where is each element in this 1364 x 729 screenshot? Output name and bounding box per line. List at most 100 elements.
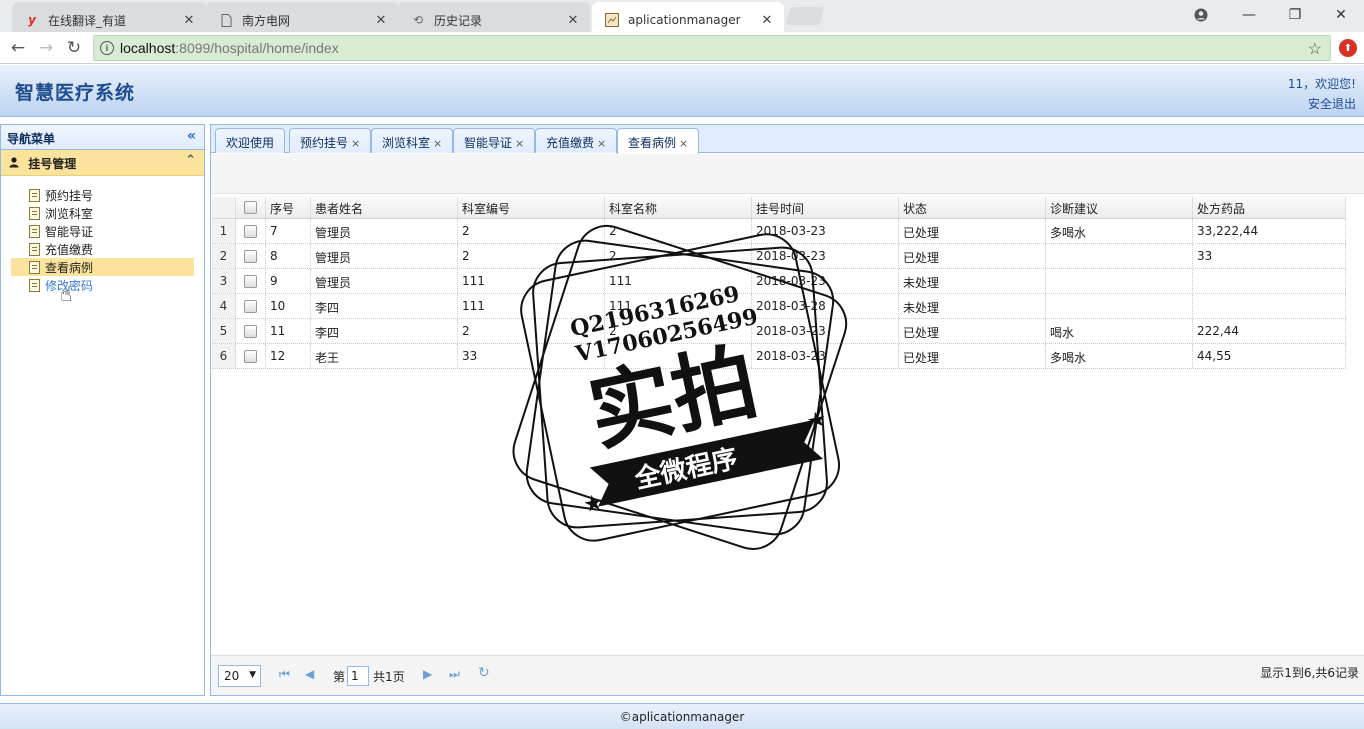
table-cell: 33,222,44 [1193, 219, 1346, 243]
sidebar-item-label: 预约挂号 [45, 188, 94, 203]
page-size-select[interactable]: 20 ▼ [218, 665, 261, 687]
browser-tab-label: aplicationmanager [628, 13, 741, 27]
last-page-icon[interactable]: ⏭ [449, 667, 460, 682]
page-total: 共1页 [373, 670, 405, 684]
close-window-button[interactable]: ✕ [1318, 0, 1364, 30]
column-header[interactable]: 科室编号 [458, 197, 605, 218]
close-icon[interactable]: ✕ [760, 13, 774, 28]
reload-button[interactable]: ↻ [63, 37, 85, 59]
profile-icon[interactable] [1178, 0, 1224, 30]
collapse-left-icon[interactable]: « [187, 128, 196, 144]
row-checkbox[interactable] [236, 269, 266, 293]
table-cell: 11 [266, 319, 311, 343]
accordion-header[interactable]: 挂号管理 ⌃ [1, 150, 204, 176]
browser-tab-csg[interactable]: 南方电网 ✕ [206, 2, 398, 32]
table-row[interactable]: 5 11 李四 2 2 2018-03-23 已处理 喝水 222,44 [212, 319, 1346, 344]
sidebar-item-appointment[interactable]: 预约挂号 [11, 186, 194, 204]
grid-body: 1 7 管理员 2 2 2018-03-23 已处理 多喝水 33,222,44 2 8 管理员 2 2 2… [212, 219, 1346, 369]
sidebar-item-cases[interactable]: 查看病例 [11, 258, 194, 276]
table-row[interactable]: 3 9 管理员 111 111 2018-03-23 未处理 [212, 269, 1346, 294]
row-number: 3 [212, 269, 236, 293]
close-icon[interactable]: ✕ [182, 13, 196, 28]
column-header[interactable]: 患者姓名 [311, 197, 458, 218]
first-page-icon[interactable]: ⏮ [279, 667, 290, 682]
table-row[interactable]: 4 10 李四 111 111 2018-03-28 未处理 [212, 294, 1346, 319]
forward-button[interactable]: → [35, 37, 57, 59]
table-cell: 7 [266, 219, 311, 243]
row-checkbox[interactable] [236, 319, 266, 343]
chevron-up-icon[interactable]: ⌃ [185, 153, 196, 168]
column-header[interactable]: 处方药品 [1193, 197, 1346, 218]
sidebar-item-password[interactable]: 修改密码 [11, 276, 194, 294]
table-cell: 已处理 [899, 344, 1046, 368]
address-bar-row: ← → ↻ i localhost:8099/hospital/home/ind… [0, 32, 1364, 64]
new-tab-button[interactable] [785, 7, 825, 25]
browser-tab-history[interactable]: ⟲ 历史记录 ✕ [398, 2, 590, 32]
url-host: localhost [120, 40, 176, 56]
sidebar-title: 导航菜单 [7, 132, 56, 146]
tab-payment[interactable]: 充值缴费 × [535, 128, 618, 153]
url-field[interactable]: i localhost:8099/hospital/home/index ☆ [93, 35, 1331, 61]
sidebar-item-payment[interactable]: 充值缴费 [11, 240, 194, 258]
close-icon[interactable]: × [351, 137, 360, 150]
select-all-checkbox[interactable] [236, 197, 266, 218]
table-cell: 喝水 [1046, 319, 1193, 343]
main-panel: 欢迎使用 预约挂号 × 浏览科室 × 智能导证 × 充值缴费 × 查看病例 × 序号 患者… [210, 124, 1364, 696]
browser-tab-youdao[interactable]: y 在线翻译_有道 ✕ [12, 2, 206, 32]
table-cell: 12 [266, 344, 311, 368]
sidebar-header: 导航菜单 « [1, 125, 204, 150]
close-icon[interactable]: × [679, 137, 688, 150]
table-cell: 44,55 [1193, 344, 1346, 368]
table-cell: 管理员 [311, 269, 458, 293]
close-icon[interactable]: ✕ [374, 13, 388, 28]
tab-departments[interactable]: 浏览科室 × [371, 128, 454, 153]
next-page-icon[interactable]: ▶ [423, 667, 432, 681]
close-icon[interactable]: × [433, 137, 442, 150]
table-cell: 已处理 [899, 244, 1046, 268]
row-checkbox[interactable] [236, 219, 266, 243]
column-header[interactable]: 科室名称 [605, 197, 752, 218]
close-icon[interactable]: × [597, 137, 606, 150]
user-icon [9, 157, 20, 171]
tab-welcome[interactable]: 欢迎使用 [215, 128, 286, 153]
document-icon [29, 242, 40, 256]
row-checkbox[interactable] [236, 344, 266, 368]
table-row[interactable]: 2 8 管理员 2 2 2018-03-23 已处理 33 [212, 244, 1346, 269]
document-icon [29, 224, 40, 238]
restore-button[interactable]: ❐ [1272, 0, 1318, 30]
tab-appointment[interactable]: 预约挂号 × [289, 128, 372, 153]
table-cell: 2018-03-23 [752, 319, 899, 343]
table-row[interactable]: 1 7 管理员 2 2 2018-03-23 已处理 多喝水 33,222,44 [212, 219, 1346, 244]
close-icon[interactable]: × [515, 137, 524, 150]
page-number-input[interactable]: 1 [347, 666, 369, 686]
refresh-icon[interactable]: ↻ [478, 665, 490, 681]
row-checkbox[interactable] [236, 244, 266, 268]
column-header[interactable]: 挂号时间 [752, 197, 899, 218]
minimize-button[interactable]: — [1226, 0, 1272, 30]
tab-cases[interactable]: 查看病例 × [617, 128, 700, 154]
sidebar-item-label: 智能导证 [45, 224, 94, 239]
back-button[interactable]: ← [7, 37, 29, 59]
dropdown-arrow-icon: ▼ [249, 670, 256, 680]
sidebar-item-smart-guide[interactable]: 智能导证 [11, 222, 194, 240]
logout-link[interactable]: 安全退出 [1308, 95, 1356, 112]
info-icon[interactable]: i [100, 41, 114, 55]
browser-tab-app[interactable]: aplicationmanager ✕ [592, 2, 784, 32]
prev-page-icon[interactable]: ◀ [305, 667, 314, 681]
tab-smart-guide[interactable]: 智能导证 × [453, 128, 536, 153]
table-cell: 8 [266, 244, 311, 268]
column-header[interactable]: 诊断建议 [1046, 197, 1193, 218]
row-checkbox[interactable] [236, 294, 266, 318]
extension-icon[interactable]: ⬆ [1339, 39, 1357, 57]
column-header[interactable]: 序号 [266, 197, 311, 218]
sidebar-item-departments[interactable]: 浏览科室 [11, 204, 194, 222]
table-cell: 222,44 [1193, 319, 1346, 343]
table-row[interactable]: 6 12 老王 33 2018-03-23 已处理 多喝水 44,55 [212, 344, 1346, 369]
table-cell: 2018-03-23 [752, 269, 899, 293]
bookmark-star-icon[interactable]: ☆ [1308, 39, 1322, 59]
close-icon[interactable]: ✕ [566, 13, 580, 28]
row-number: 4 [212, 294, 236, 318]
sidebar-item-label: 查看病例 [45, 260, 94, 275]
cases-grid: 序号 患者姓名 科室编号 科室名称 挂号时间 状态 诊断建议 处方药品 1 7 管理… [212, 197, 1346, 369]
column-header[interactable]: 状态 [899, 197, 1046, 218]
